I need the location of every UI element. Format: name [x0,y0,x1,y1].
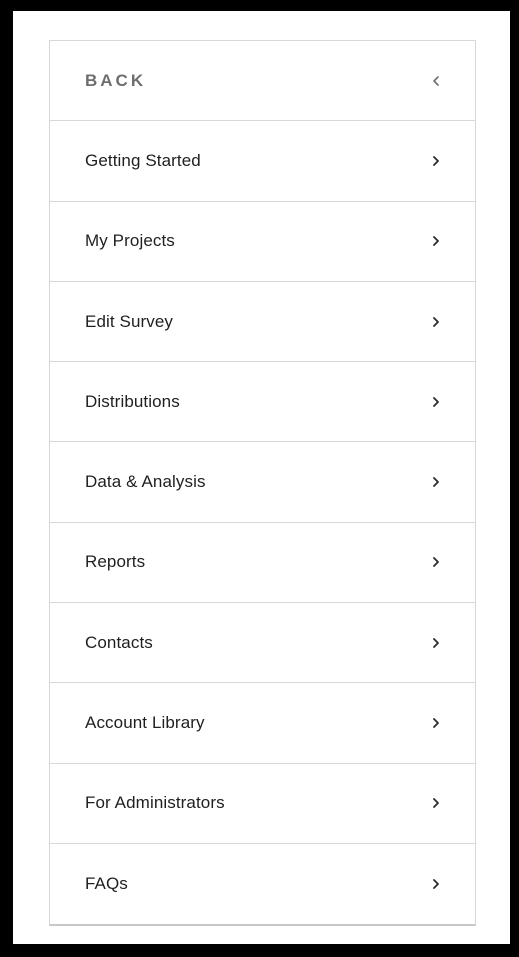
nav-item-distributions[interactable]: Distributions [50,362,475,443]
chevron-right-icon [430,795,442,811]
nav-item-label: My Projects [85,231,175,251]
nav-item-reports[interactable]: Reports [50,523,475,604]
nav-item-label: Reports [85,552,146,572]
chevron-right-icon [430,394,442,410]
nav-item-getting-started[interactable]: Getting Started [50,121,475,202]
nav-item-label: For Administrators [85,793,225,813]
nav-item-label: Account Library [85,713,205,733]
nav-item-label: Distributions [85,391,180,411]
nav-item-for-administrators[interactable]: For Administrators [50,764,475,844]
back-button[interactable]: BACK [50,41,475,122]
chevron-right-icon [430,554,442,570]
nav-item-my-projects[interactable]: My Projects [50,202,475,282]
page-frame: BACK Getting Started My Projects Edit Su… [13,11,510,944]
nav-item-data-analysis[interactable]: Data & Analysis [50,442,475,523]
back-label: BACK [85,70,147,90]
nav-item-label: Getting Started [85,150,201,170]
chevron-right-icon [430,474,442,490]
chevron-right-icon [430,153,442,169]
nav-item-faqs[interactable]: FAQs [50,844,475,924]
chevron-right-icon [430,233,442,249]
chevron-left-icon [430,73,442,89]
nav-item-account-library[interactable]: Account Library [50,683,475,764]
chevron-right-icon [430,715,442,731]
chevron-right-icon [430,635,442,651]
nav-item-label: Edit Survey [85,311,174,331]
chevron-right-icon [430,314,442,330]
nav-item-contacts[interactable]: Contacts [50,603,475,684]
side-navigation: BACK Getting Started My Projects Edit Su… [49,40,476,927]
nav-item-label: Contacts [85,632,153,652]
nav-item-label: Data & Analysis [85,472,206,492]
chevron-right-icon [430,876,442,892]
nav-item-label: FAQs [85,874,128,894]
nav-item-edit-survey[interactable]: Edit Survey [50,282,475,363]
